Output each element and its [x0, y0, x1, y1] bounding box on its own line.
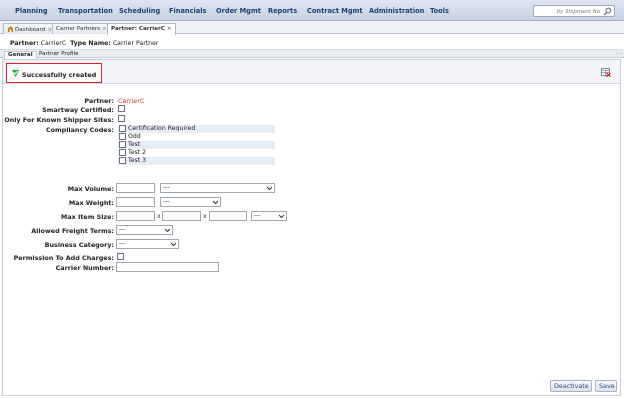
compliancy-checkbox[interactable]: [119, 125, 126, 132]
max-volume-label: Max Volume:: [67, 185, 114, 193]
compliancy-codes-label: Compliancy Codes:: [45, 126, 114, 134]
item-height-input[interactable]: [209, 211, 247, 221]
subtab-general[interactable]: General: [4, 51, 37, 59]
max-item-size-label: Max Item Size:: [60, 213, 114, 221]
size-separator: x: [203, 213, 207, 220]
chevron-down-icon: [266, 186, 273, 191]
freight-terms-select[interactable]: ---: [116, 225, 173, 235]
nav-transportation[interactable]: Transportation: [58, 7, 113, 15]
select-value: ---: [163, 184, 170, 191]
sub-tab-bar: General Partner Profile ‹ ›: [0, 49, 624, 59]
chevron-down-icon: [170, 242, 177, 247]
list-item: Test 2: [118, 149, 275, 157]
max-weight-input[interactable]: [116, 197, 155, 207]
compliancy-checkbox[interactable]: [119, 149, 126, 156]
message-bar: Successfully created: [3, 60, 620, 84]
partner-label: Partner:: [84, 97, 114, 105]
size-separator: x: [157, 213, 161, 220]
top-navigation: Planning Transportation Scheduling Finan…: [0, 0, 624, 21]
nav-contract-mgmt[interactable]: Contract Mgmt: [307, 7, 363, 15]
select-value: ---: [163, 198, 170, 205]
partner-header-value: CarrierC: [40, 40, 67, 47]
max-volume-unit-select[interactable]: ---: [160, 183, 275, 193]
item-width-input[interactable]: [162, 211, 201, 221]
smartway-label: Smartway Certified:: [42, 106, 114, 114]
success-message: Successfully created: [6, 63, 102, 83]
list-item: Test 3: [118, 157, 275, 165]
tab-bar: Dashboard × Carrier Partners × Partner: Ca…: [0, 21, 624, 35]
compliancy-code-label: Test 3: [128, 157, 147, 164]
item-length-input[interactable]: [116, 211, 155, 221]
permission-label: Permission To Add Charges:: [13, 254, 114, 262]
tab-label: Partner: CarrierC: [111, 26, 165, 32]
general-panel: Successfully created Partner: CarrierC S…: [2, 59, 621, 396]
item-size-unit-select[interactable]: ---: [251, 211, 287, 221]
nav-scheduling[interactable]: Scheduling: [119, 7, 160, 15]
select-value: ---: [254, 212, 261, 219]
deactivate-button[interactable]: Deactivate: [550, 380, 592, 392]
max-weight-unit-select[interactable]: ---: [160, 197, 221, 207]
known-shipper-label: Only For Known Shipper Sites:: [4, 116, 114, 124]
chevron-down-icon: [278, 214, 285, 219]
partner-header-label: Partner:: [10, 40, 39, 47]
tab-partner-carrierc[interactable]: Partner: CarrierC ×: [107, 23, 176, 35]
select-value: ---: [119, 226, 126, 233]
shipment-search-input[interactable]: [536, 7, 600, 16]
nav-planning[interactable]: Planning: [15, 7, 48, 15]
list-item: Odd: [118, 133, 275, 141]
permission-checkbox[interactable]: [117, 253, 124, 260]
success-text: Successfully created: [22, 71, 97, 79]
nav-financials[interactable]: Financials: [169, 7, 206, 15]
tab-label: Carrier Partners: [56, 26, 101, 32]
list-item: Certification Required: [118, 125, 275, 133]
shipment-search[interactable]: [533, 5, 615, 17]
check-icon: [11, 69, 20, 78]
compliancy-checkbox[interactable]: [119, 157, 126, 164]
compliancy-checkbox[interactable]: [119, 133, 126, 140]
tab-label: Dashboard: [15, 27, 46, 33]
partner-value: CarrierC: [118, 97, 145, 105]
max-weight-label: Max Weight:: [68, 199, 114, 207]
type-name-label: Type Name:: [70, 40, 111, 47]
partner-header: Partner: CarrierC Type Name: Carrier Par…: [10, 40, 158, 47]
grid-delete-icon[interactable]: [601, 68, 611, 77]
nav-administration[interactable]: Administration: [369, 7, 424, 15]
compliancy-code-label: Odd: [128, 133, 141, 140]
max-volume-input[interactable]: [116, 183, 155, 193]
search-icon[interactable]: [603, 7, 612, 16]
freight-terms-label: Allowed Freight Terms:: [31, 227, 114, 235]
smartway-checkbox[interactable]: [118, 105, 125, 112]
save-button[interactable]: Save: [595, 380, 617, 392]
carrier-number-label: Carrier Number:: [55, 264, 114, 272]
carrier-number-input[interactable]: [116, 262, 219, 272]
tab-dashboard[interactable]: Dashboard ×: [3, 23, 57, 34]
known-shipper-checkbox[interactable]: [118, 115, 125, 122]
nav-reports[interactable]: Reports: [268, 7, 297, 15]
close-icon[interactable]: ×: [167, 26, 172, 32]
compliancy-codes-list: Certification Required Odd Test Test 2 T…: [118, 125, 275, 165]
business-category-label: Business Category:: [44, 241, 114, 249]
select-value: ---: [119, 240, 126, 247]
business-category-select[interactable]: ---: [116, 239, 179, 249]
chevron-down-icon: [212, 200, 219, 205]
nav-order-mgmt[interactable]: Order Mgmt: [216, 7, 261, 15]
compliancy-checkbox[interactable]: [119, 141, 126, 148]
compliancy-code-label: Test 2: [128, 149, 147, 156]
compliancy-code-label: Test: [128, 141, 141, 148]
compliancy-code-label: Certification Required: [128, 125, 196, 132]
subtab-partner-profile[interactable]: Partner Profile: [36, 51, 82, 57]
home-icon: [7, 26, 14, 32]
chevron-down-icon: [164, 228, 171, 233]
list-item: Test: [118, 141, 275, 149]
subtab-scroll-arrows[interactable]: ‹ ›: [616, 51, 622, 57]
tab-carrier-partners[interactable]: Carrier Partners ×: [52, 23, 111, 34]
type-name-value: Carrier Partner: [112, 40, 159, 47]
nav-tools[interactable]: Tools: [430, 7, 449, 15]
